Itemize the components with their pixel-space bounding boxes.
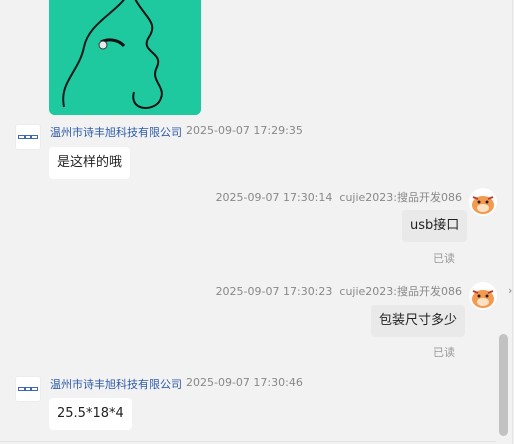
sender-name: cujie2023:搜品开发086: [339, 285, 462, 298]
divider: [0, 441, 496, 442]
sender-name: 温州市诗丰旭科技有限公司: [50, 126, 182, 139]
company-logo-icon: [18, 135, 38, 139]
scrollbar-thumb[interactable]: [499, 334, 508, 436]
user-avatar[interactable]: [469, 188, 497, 216]
message-time: 2025-09-07 17:29:35: [186, 124, 303, 137]
message-time: 2025-09-07 17:30:23: [215, 285, 333, 298]
message-time: 2025-09-07 17:30:14: [215, 191, 333, 204]
cartoon-avatar-icon: [469, 188, 497, 216]
chevron-right-icon[interactable]: ›: [508, 284, 512, 297]
chat-area: 温州市诗丰旭科技有限公司 2025-09-07 17:29:35 是这样的哦 2…: [0, 0, 514, 444]
company-avatar[interactable]: [15, 376, 41, 402]
message-bubble[interactable]: 包装尺寸多少: [371, 305, 466, 337]
message-meta: 2025-09-07 17:30:23 cujie2023:搜品开发086: [216, 283, 462, 299]
message-time: 2025-09-07 17:30:46: [186, 376, 303, 389]
message-meta: 2025-09-07 17:30:14 cujie2023:搜品开发086: [216, 189, 462, 205]
message-bubble[interactable]: 25.5*18*4: [49, 398, 132, 430]
message-bubble[interactable]: usb接口: [402, 210, 468, 242]
message-bubble[interactable]: 是这样的哦: [49, 147, 131, 179]
cartoon-avatar-icon: [469, 282, 497, 310]
read-status: 已读: [433, 252, 455, 265]
user-avatar[interactable]: [469, 282, 497, 310]
company-avatar[interactable]: [15, 124, 41, 150]
sender-name: cujie2023:搜品开发086: [339, 191, 462, 204]
company-logo-icon: [18, 387, 38, 391]
image-message[interactable]: [49, 0, 201, 115]
read-status: 已读: [433, 346, 455, 359]
panel-edge: [512, 0, 513, 444]
sender-name: 温州市诗丰旭科技有限公司: [50, 378, 182, 391]
cable-photo: [49, 0, 201, 115]
